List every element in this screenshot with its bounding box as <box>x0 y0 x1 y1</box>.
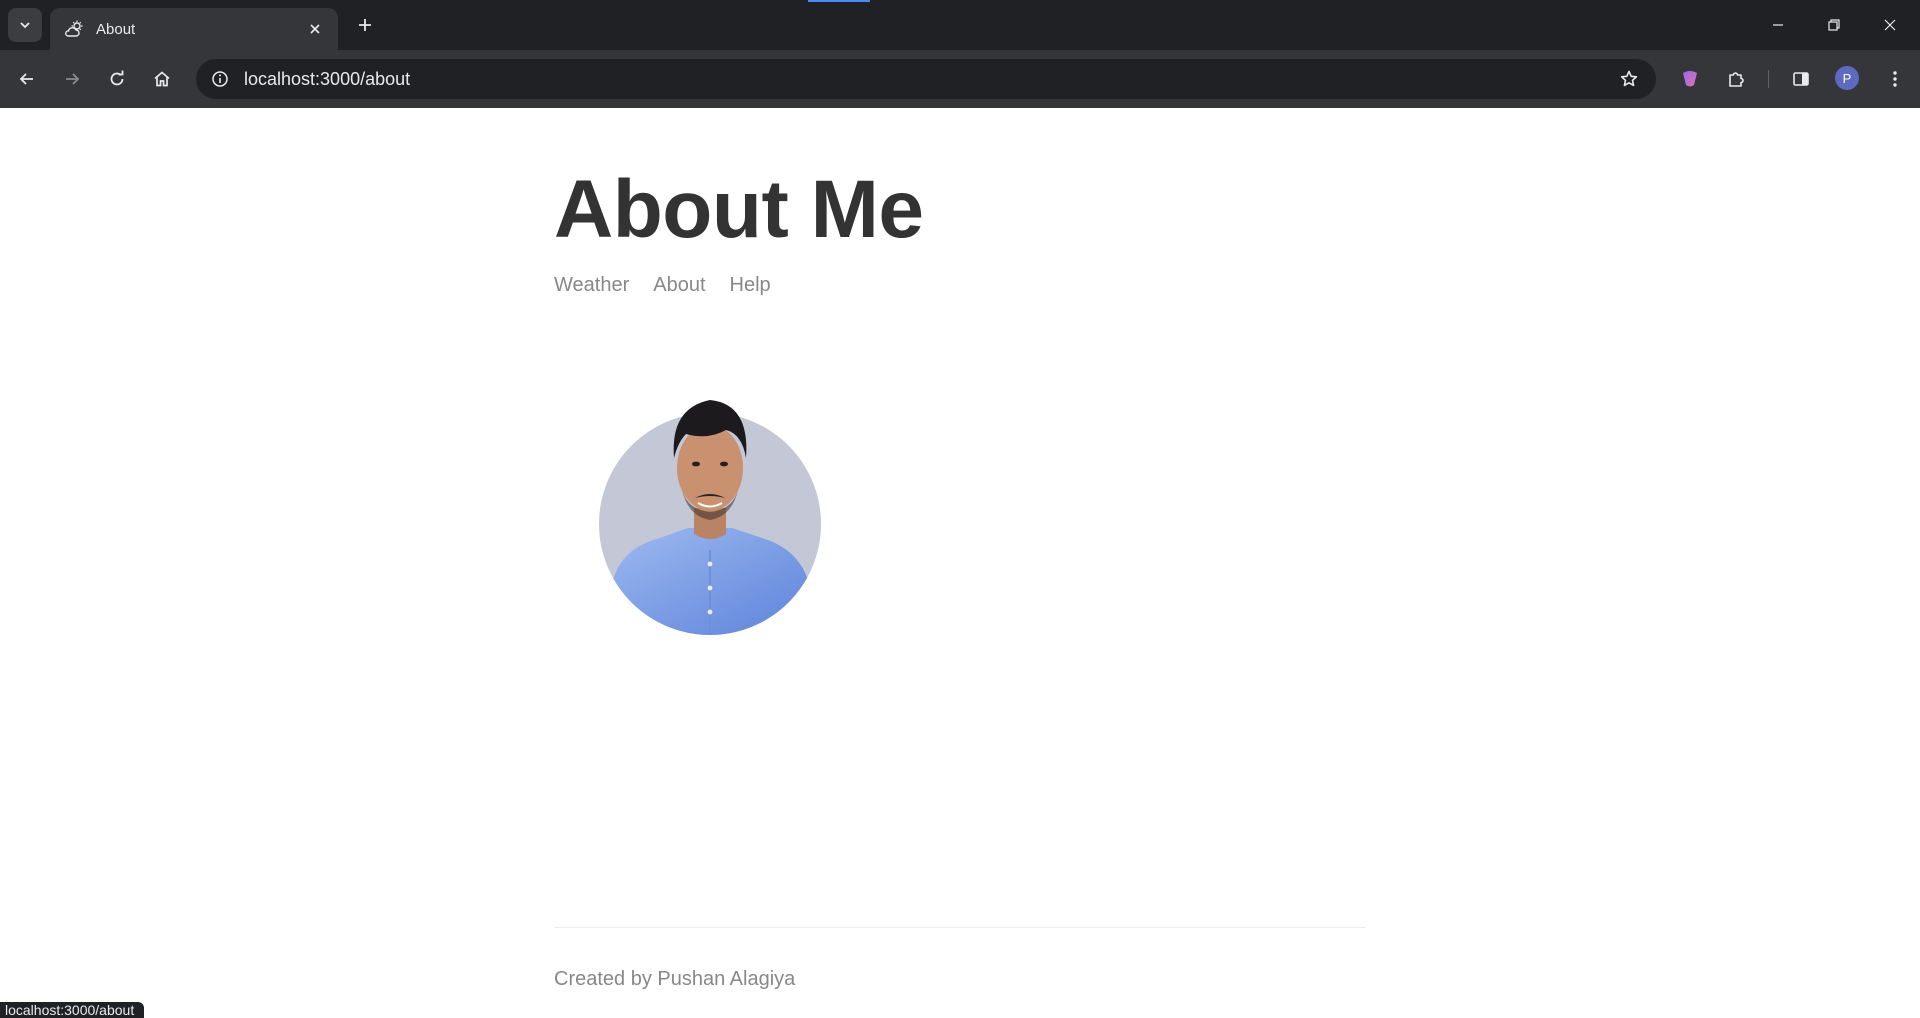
side-panel-button[interactable] <box>1783 61 1819 97</box>
info-icon <box>212 71 228 87</box>
extensions-button[interactable] <box>1718 61 1754 97</box>
page-title: About Me <box>554 164 924 255</box>
star-icon <box>1620 70 1638 87</box>
ai-extension-icon <box>1683 71 1697 87</box>
portrait-face <box>677 425 743 511</box>
back-button[interactable] <box>9 61 45 97</box>
minimize-icon <box>1773 24 1783 26</box>
side-panel-icon <box>1793 72 1809 86</box>
window-close-button[interactable] <box>1862 0 1918 50</box>
reload-button[interactable] <box>99 61 135 97</box>
restore-icon <box>1828 19 1840 31</box>
close-icon <box>310 24 320 34</box>
chevron-down-icon <box>20 22 30 29</box>
puzzle-icon <box>1729 72 1744 87</box>
tab-title: About <box>96 20 136 38</box>
nav-link-weather[interactable]: Weather <box>554 274 629 297</box>
tab-search-button[interactable] <box>8 8 42 42</box>
tab-about[interactable]: About <box>50 8 338 50</box>
site-info-button[interactable] <box>206 65 234 93</box>
page-viewport: About Me Weather About Help Created by P… <box>0 108 1920 1018</box>
nav-link-about[interactable]: About <box>653 274 705 297</box>
footer-credit: Created by Pushan Alagiya <box>554 968 796 990</box>
footer-divider <box>554 927 1366 928</box>
browser-menu-button[interactable] <box>1877 61 1913 97</box>
browser-toolbar: localhost:3000/about <box>0 50 1920 108</box>
bookmark-button[interactable] <box>1612 62 1646 96</box>
home-icon <box>154 71 170 87</box>
tab-strip: About <box>0 0 1920 50</box>
profile-initial: P <box>1842 70 1852 86</box>
profile-portrait <box>599 400 821 635</box>
close-icon <box>1884 19 1896 31</box>
link-status-bubble: localhost:3000/about <box>0 1002 145 1018</box>
plus-icon <box>359 19 371 31</box>
nav-link-help[interactable]: Help <box>730 274 771 297</box>
site-nav: Weather About Help <box>554 274 771 297</box>
minimize-button[interactable] <box>1750 0 1806 50</box>
extension-ai-button[interactable] <box>1672 61 1708 97</box>
arrow-left-icon <box>19 73 33 85</box>
restore-button[interactable] <box>1806 0 1862 50</box>
address-bar[interactable]: localhost:3000/about <box>196 59 1656 99</box>
weather-favicon-icon <box>65 20 83 37</box>
toolbar-separator <box>1768 70 1769 88</box>
new-tab-button[interactable] <box>352 12 378 38</box>
profile-avatar[interactable]: P <box>1835 66 1859 90</box>
loading-indicator <box>808 0 870 2</box>
forward-button[interactable] <box>54 61 90 97</box>
more-vert-icon <box>1893 71 1897 87</box>
arrow-right-icon <box>66 73 80 85</box>
home-button[interactable] <box>144 61 180 97</box>
url-text[interactable]: localhost:3000/about <box>244 69 1612 90</box>
tab-close-button[interactable] <box>306 20 324 38</box>
reload-icon <box>110 70 124 86</box>
